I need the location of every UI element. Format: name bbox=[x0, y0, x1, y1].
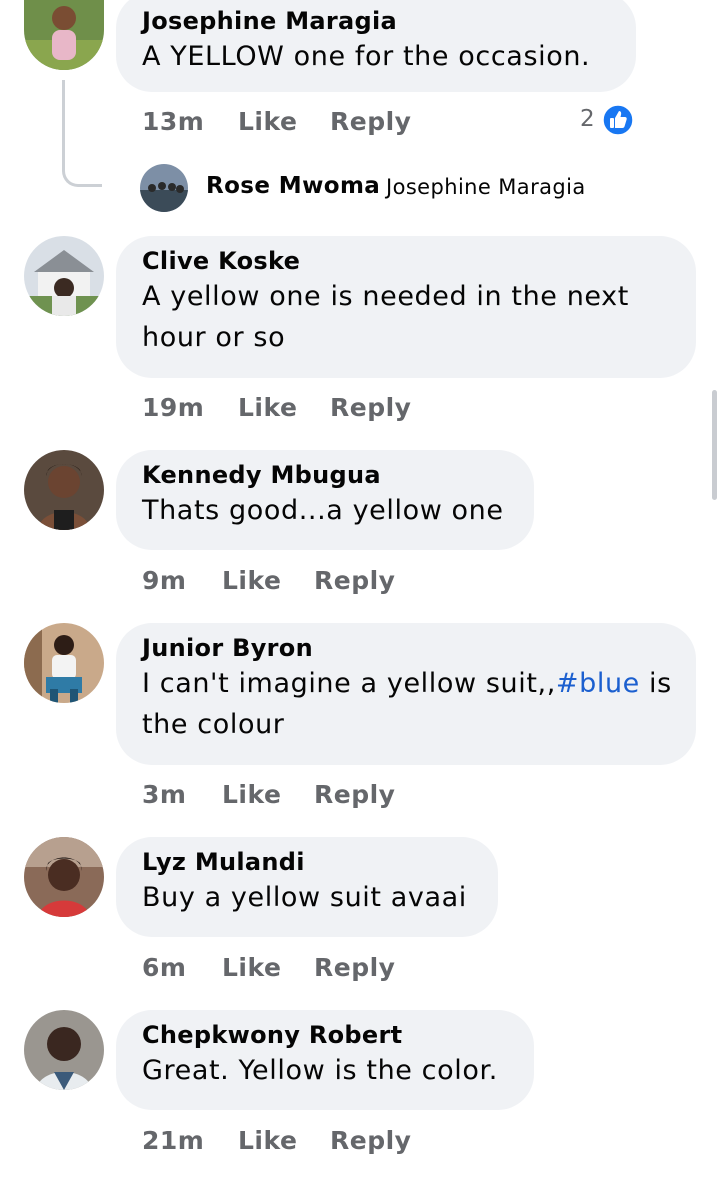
comment-bubble[interactable]: Chepkwony Robert Great. Yellow is the co… bbox=[116, 1010, 534, 1110]
comment-bubble[interactable]: Kennedy Mbugua Thats good...a yellow one bbox=[116, 450, 534, 550]
avatar[interactable] bbox=[24, 837, 104, 917]
comment-text-part: is bbox=[639, 668, 672, 699]
reply-button[interactable]: Reply bbox=[330, 393, 411, 422]
reply-thread-line bbox=[62, 80, 102, 187]
comment-text: Great. Yellow is the color. bbox=[142, 1055, 498, 1086]
reply-tagged-name[interactable]: Josephine Maragia bbox=[386, 175, 586, 199]
avatar-photo bbox=[24, 450, 104, 530]
avatar[interactable] bbox=[24, 1010, 104, 1090]
hashtag-link[interactable]: #blue bbox=[556, 668, 640, 699]
avatar-photo bbox=[24, 236, 104, 316]
commenter-name[interactable]: Kennedy Mbugua bbox=[142, 460, 512, 490]
comment-text: A yellow one is needed in the next bbox=[142, 281, 629, 312]
commenter-name[interactable]: Clive Koske bbox=[142, 246, 674, 276]
commenter-name[interactable]: Chepkwony Robert bbox=[142, 1020, 512, 1050]
like-button[interactable]: Like bbox=[238, 393, 297, 422]
avatar-photo bbox=[24, 623, 104, 703]
avatar[interactable] bbox=[24, 623, 104, 703]
comment-time[interactable]: 9m bbox=[142, 566, 186, 595]
reaction-count: 2 bbox=[580, 106, 595, 132]
scrollbar[interactable] bbox=[712, 390, 717, 500]
comment-text: the colour bbox=[142, 709, 285, 740]
avatar-photo bbox=[24, 0, 104, 70]
avatar[interactable] bbox=[24, 0, 104, 70]
commenter-name[interactable]: Josephine Maragia bbox=[142, 6, 614, 36]
reply-button[interactable]: Reply bbox=[330, 1126, 411, 1155]
comment-bubble[interactable]: Clive Koske A yellow one is needed in th… bbox=[116, 236, 696, 378]
like-button[interactable]: Like bbox=[222, 953, 281, 982]
comment-time[interactable]: 19m bbox=[142, 393, 204, 422]
avatar bbox=[140, 164, 188, 212]
comment-time[interactable]: 21m bbox=[142, 1126, 204, 1155]
comment-time[interactable]: 13m bbox=[142, 107, 204, 136]
reply-button[interactable]: Reply bbox=[314, 780, 395, 809]
comment-text: I can't imagine a yellow suit,,#blue is bbox=[142, 663, 674, 704]
comment-bubble[interactable]: Junior Byron I can't imagine a yellow su… bbox=[116, 623, 696, 765]
like-button[interactable]: Like bbox=[238, 1126, 297, 1155]
comment-text: Buy a yellow suit avaai bbox=[142, 882, 467, 913]
comment-time[interactable]: 6m bbox=[142, 953, 186, 982]
avatar-photo bbox=[140, 164, 188, 212]
reply-button[interactable]: Reply bbox=[314, 566, 395, 595]
comment-bubble[interactable]: Lyz Mulandi Buy a yellow suit avaai bbox=[116, 837, 498, 937]
comment-text: Thats good...a yellow one bbox=[142, 495, 504, 526]
comment-text-part: I can't imagine a yellow suit,, bbox=[142, 668, 556, 699]
like-button[interactable]: Like bbox=[238, 107, 297, 136]
thumbs-up-icon bbox=[602, 104, 634, 136]
like-button[interactable]: Like bbox=[222, 780, 281, 809]
comment-time[interactable]: 3m bbox=[142, 780, 186, 809]
like-button[interactable]: Like bbox=[222, 566, 281, 595]
commenter-name[interactable]: Lyz Mulandi bbox=[142, 847, 476, 877]
reply-button[interactable]: Reply bbox=[330, 107, 411, 136]
reply-author-name[interactable]: Rose Mwoma bbox=[206, 173, 380, 199]
avatar[interactable] bbox=[24, 450, 104, 530]
avatar-photo bbox=[24, 1010, 104, 1090]
comment-text: A YELLOW one for the occasion. bbox=[142, 41, 591, 72]
comment-bubble[interactable]: Josephine Maragia A YELLOW one for the o… bbox=[116, 0, 636, 92]
reply-button[interactable]: Reply bbox=[314, 953, 395, 982]
comment-text: hour or so bbox=[142, 322, 286, 353]
avatar-photo bbox=[24, 837, 104, 917]
avatar[interactable] bbox=[24, 236, 104, 316]
commenter-name[interactable]: Junior Byron bbox=[142, 633, 674, 663]
